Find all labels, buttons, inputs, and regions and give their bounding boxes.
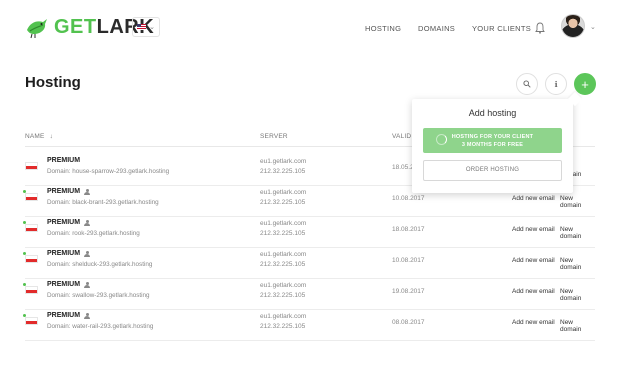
hosting-for-client-button[interactable]: HOSTING FOR YOUR CLIENT 3 MONTHS FOR FRE…: [423, 128, 562, 153]
avatar[interactable]: [561, 14, 585, 38]
lark-bird-icon: [24, 14, 50, 40]
plan-name: PREMIUM: [47, 219, 91, 226]
language-selector[interactable]: ⌄: [132, 17, 160, 37]
table-row[interactable]: PREMIUM Domain: shelduck-293.getlark.host…: [23, 248, 595, 279]
plan-name: PREMIUM: [47, 250, 91, 257]
domain-text: Domain: shelduck-293.getlark.hosting: [47, 261, 153, 268]
table-row[interactable]: PREMIUM Domain: swallow-293.getlark.hosti…: [23, 279, 595, 310]
search-button[interactable]: [516, 73, 538, 95]
new-domain-link[interactable]: New domain: [560, 288, 595, 302]
chevron-down-icon[interactable]: ⌄: [590, 23, 596, 31]
valid-until: 18.05.2: [392, 164, 414, 171]
column-header-server: SERVER: [260, 133, 288, 140]
user-icon: [84, 219, 91, 226]
info-icon: ℹ: [554, 79, 558, 89]
server-ip: 212.32.225.105: [260, 168, 306, 175]
plan-name: PREMIUM: [47, 188, 91, 195]
valid-until: 08.08.2017: [392, 319, 425, 326]
plan-label: PREMIUM: [47, 250, 81, 257]
info-button[interactable]: ℹ: [545, 73, 567, 95]
plus-icon: +: [581, 76, 589, 92]
plan-name: PREMIUM: [47, 281, 91, 288]
poland-flag-icon: [25, 255, 38, 263]
new-domain-link[interactable]: New domain: [560, 257, 595, 271]
column-name-label: NAME: [25, 133, 45, 140]
nav-domains[interactable]: DOMAINS: [418, 24, 455, 33]
column-header-name[interactable]: NAME ↓: [25, 133, 53, 140]
server-ip: 212.32.225.105: [260, 230, 306, 237]
poland-flag-icon: [25, 224, 38, 232]
server-host: eu1.getlark.com: [260, 158, 307, 165]
table-row[interactable]: PREMIUM Domain: rook-293.getlark.hosting e…: [23, 217, 595, 248]
table-row[interactable]: PREMIUM Domain: water-rail-293.getlark.ho…: [23, 310, 595, 341]
new-domain-link[interactable]: New domain: [560, 226, 595, 240]
plan-label: PREMIUM: [47, 188, 81, 195]
server-ip: 212.32.225.105: [260, 292, 306, 299]
server-host: eu1.getlark.com: [260, 251, 307, 258]
server-ip: 212.32.225.105: [260, 199, 306, 206]
server-host: eu1.getlark.com: [260, 282, 307, 289]
poland-flag-icon: [25, 317, 38, 325]
domain-text: Domain: water-rail-293.getlark.hosting: [47, 323, 154, 330]
sort-arrow-icon: ↓: [49, 133, 54, 140]
valid-until: 10.08.2017: [392, 195, 425, 202]
new-domain-link[interactable]: New domain: [560, 195, 595, 209]
server-host: eu1.getlark.com: [260, 313, 307, 320]
valid-until: 18.08.2017: [392, 226, 425, 233]
add-new-email-link[interactable]: Add new email: [512, 319, 555, 326]
spinner-icon: [436, 134, 447, 145]
search-icon: [523, 80, 531, 88]
server-host: eu1.getlark.com: [260, 220, 307, 227]
add-new-email-link[interactable]: Add new email: [512, 195, 555, 202]
poland-flag-icon: [25, 193, 38, 201]
add-hosting-button[interactable]: +: [574, 73, 596, 95]
user-icon: [84, 250, 91, 257]
plan-label: PREMIUM: [47, 281, 81, 288]
chevron-down-icon: ⌄: [149, 23, 155, 31]
poland-flag-icon: [25, 286, 38, 294]
user-icon: [84, 312, 91, 319]
domain-text: Domain: black-brant-293.getlark.hosting: [47, 199, 159, 206]
poland-flag-icon: [25, 162, 38, 170]
user-icon: [84, 188, 91, 195]
add-new-email-link[interactable]: Add new email: [512, 226, 555, 233]
nav-hosting[interactable]: HOSTING: [365, 24, 401, 33]
server-host: eu1.getlark.com: [260, 189, 307, 196]
user-icon: [84, 281, 91, 288]
logo-get: GET: [54, 16, 97, 38]
plan-label: PREMIUM: [47, 157, 81, 164]
valid-until: 10.08.2017: [392, 257, 425, 264]
us-flag-icon: [137, 24, 147, 30]
domain-text: Domain: rook-293.getlark.hosting: [47, 230, 140, 237]
plan-name: PREMIUM: [47, 157, 80, 164]
bell-icon[interactable]: [535, 21, 545, 34]
add-hosting-popup: Add hosting HOSTING FOR YOUR CLIENT 3 MO…: [412, 99, 573, 193]
add-new-email-link[interactable]: Add new email: [512, 257, 555, 264]
popup-title: Add hosting: [468, 108, 517, 118]
server-ip: 212.32.225.105: [260, 323, 306, 330]
nav-your-clients[interactable]: YOUR CLIENTS: [472, 24, 531, 33]
server-ip: 212.32.225.105: [260, 261, 306, 268]
plan-label: PREMIUM: [47, 219, 81, 226]
plan-name: PREMIUM: [47, 312, 91, 319]
page-title: Hosting: [25, 74, 81, 91]
order-hosting-button[interactable]: ORDER HOSTING: [423, 160, 562, 181]
valid-until: 19.08.2017: [392, 288, 425, 295]
top-bar: GETLARK ⌄ HOSTING DOMAINS YOUR CLIENTS ⌄: [0, 0, 620, 56]
add-new-email-link[interactable]: Add new email: [512, 288, 555, 295]
domain-text: Domain: swallow-293.getlark.hosting: [47, 292, 150, 299]
domain-text: Domain: house-sparrow-293.getlark.hostin…: [47, 168, 170, 175]
plan-label: PREMIUM: [47, 312, 81, 319]
new-domain-link[interactable]: New domain: [560, 319, 595, 333]
